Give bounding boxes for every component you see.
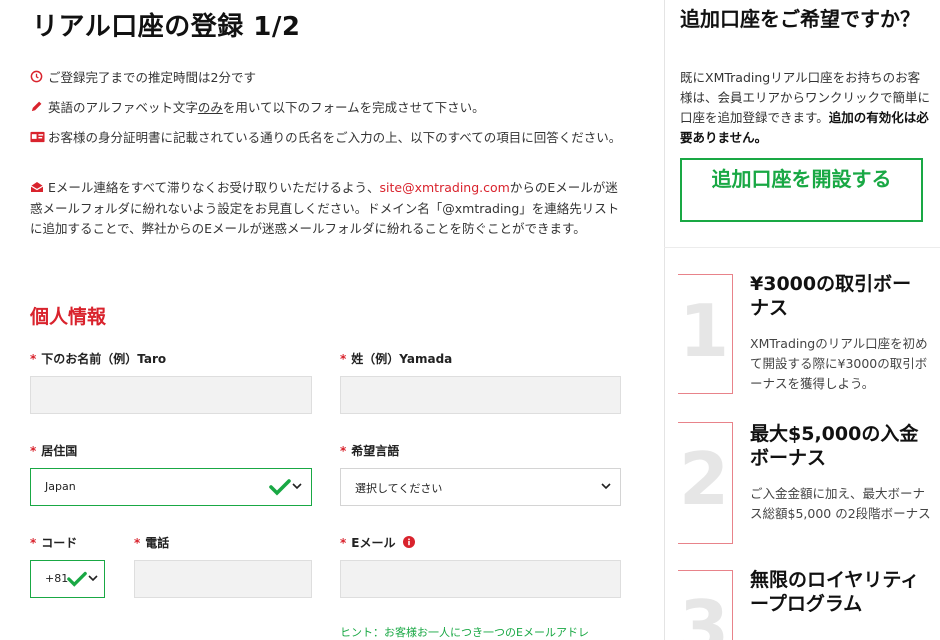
required-mark: * xyxy=(340,352,347,366)
page-title: リアル口座の登録 1/2 xyxy=(32,12,301,42)
sidebar-text: 既にXMTradingリアル口座をお持ちのお客様は、会員エリアからワンクリックで… xyxy=(680,70,931,145)
info-alphabet-pre: 英語のアルファベット文字 xyxy=(48,100,198,115)
promo-number: 3 xyxy=(678,585,730,640)
promo-text: XMTradingのリアル口座を初めて開設する際に¥3000の取引ボーナスを獲得… xyxy=(750,336,928,391)
email-hint: ヒント：お客様お一人につき一つのEメールアドレ xyxy=(340,626,589,639)
check-icon xyxy=(269,479,291,496)
info-email: Eメール連絡をすべて滞りなくお受け取りいただけるよう、site@xmtradin… xyxy=(30,178,626,239)
code-label: * コード xyxy=(30,536,78,550)
phone-label: * 電話 xyxy=(134,536,170,550)
sidebar-divider xyxy=(664,0,665,640)
id-card-icon xyxy=(30,129,48,149)
required-mark: * xyxy=(340,444,347,458)
sidebar-title: 追加口座をご希望ですか？ xyxy=(680,7,920,31)
section-title-personal-info: 個人情報 xyxy=(30,306,107,328)
promo-text: ご入金金額に加え、最大ボーナス総額$5,000 の2段階ボーナス xyxy=(750,486,931,521)
mail-icon xyxy=(30,179,48,199)
info-icon[interactable] xyxy=(402,536,415,548)
info-email-pre: Eメール連絡をすべて滞りなくお受け取りいただけるよう、 xyxy=(48,180,380,195)
sidebar-separator xyxy=(664,247,940,248)
promo-number-box: 3 xyxy=(678,570,733,640)
country-select[interactable]: Japan xyxy=(30,468,312,506)
pencil-icon xyxy=(30,99,48,119)
sidebar: 追加口座をご希望ですか？ 既にXMTradingリアル口座をお持ちのお客様は、会… xyxy=(664,0,940,640)
required-mark: * xyxy=(30,536,37,550)
info-time-text: ご登録完了までの推定時間は2分です xyxy=(48,70,256,85)
last-name-input[interactable] xyxy=(340,376,621,414)
clock-icon xyxy=(30,69,48,89)
registration-form-area: リアル口座の登録 1/2 ご登録完了までの推定時間は2分です 英語のアルファベッ… xyxy=(0,0,648,640)
country-label: * 居住国 xyxy=(30,444,78,458)
chevron-down-icon xyxy=(601,483,611,490)
country-code-select[interactable]: +81 xyxy=(30,560,105,598)
required-mark: * xyxy=(134,536,141,550)
promo-title: ¥3000の取引ボーナス xyxy=(750,273,912,319)
info-alphabet-post: を用いて以下のフォームを完成させて下さい。 xyxy=(222,100,485,115)
language-select[interactable]: 選択してください xyxy=(340,468,621,506)
info-alphabet-only: のみ xyxy=(197,100,223,115)
first-name-label: * 下のお名前（例）Taro xyxy=(30,352,167,366)
promo-title: 無限のロイヤリティープログラム xyxy=(750,569,920,615)
country-code-value: +81 xyxy=(45,572,69,585)
first-name-input[interactable] xyxy=(30,376,312,414)
info-id-card-text: お客様の身分証明書に記載されている通りの氏名をご入力の上、以下のすべての項目に回… xyxy=(48,130,622,145)
check-icon xyxy=(67,571,87,587)
language-select-value: 選択してください xyxy=(355,482,443,495)
language-label: * 希望言語 xyxy=(340,444,400,458)
required-mark: * xyxy=(30,444,37,458)
promo-number-box: 1 xyxy=(678,274,733,394)
promo-number-box: 2 xyxy=(678,422,733,544)
country-select-value: Japan xyxy=(45,480,76,493)
promo-number: 2 xyxy=(678,437,730,521)
required-mark: * xyxy=(340,536,347,550)
info-time: ご登録完了までの推定時間は2分です xyxy=(30,68,626,89)
phone-input[interactable] xyxy=(134,560,312,598)
promo-title: 最大$5,000の入金ボーナス xyxy=(750,423,919,469)
required-mark: * xyxy=(30,352,37,366)
chevron-down-icon xyxy=(88,575,98,582)
info-id-card: お客様の身分証明書に記載されている通りの氏名をご入力の上、以下のすべての項目に回… xyxy=(30,128,626,149)
email-label: * Eメール xyxy=(340,534,415,551)
promo-number: 1 xyxy=(678,289,730,373)
info-alphabet: 英語のアルファベット文字のみを用いて以下のフォームを完成させて下さい。 xyxy=(30,98,626,119)
email-input[interactable] xyxy=(340,560,621,598)
last-name-label: * 姓（例）Yamada xyxy=(340,352,453,366)
open-additional-account-button[interactable]: 追加口座を開設する xyxy=(680,158,923,222)
support-email-link[interactable]: site@xmtrading.com xyxy=(380,180,510,195)
chevron-down-icon xyxy=(292,483,302,490)
